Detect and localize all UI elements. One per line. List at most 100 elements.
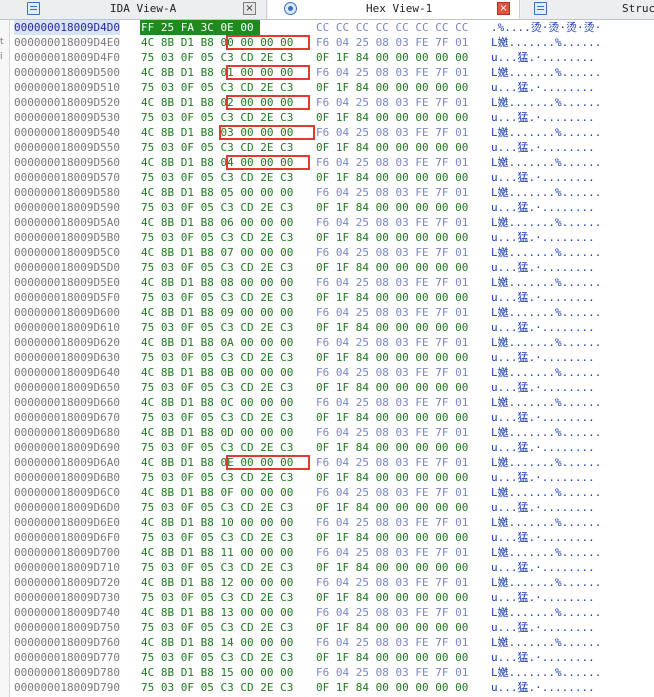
hex-bytes-low[interactable]: 75 03 0F 05 C3 CD 2E C3 [141, 590, 293, 605]
hex-bytes-high[interactable]: F6 04 25 08 03 FE 7F 01 [316, 485, 468, 500]
hex-row[interactable]: 000000018009D710 75 03 0F 05 C3 CD 2E C3 0… [14, 560, 654, 575]
hex-bytes-low[interactable]: 4C 8B D1 B8 0C 00 00 00 [141, 395, 293, 410]
hex-row[interactable]: 000000018009D790 75 03 0F 05 C3 CD 2E C3 0… [14, 680, 654, 695]
hex-bytes-high[interactable]: F6 04 25 08 03 FE 7F 01 [316, 155, 468, 170]
hex-bytes-low[interactable]: 4C 8B D1 B8 13 00 00 00 [141, 605, 293, 620]
hex-row[interactable]: 000000018009D590 75 03 0F 05 C3 CD 2E C3 0… [14, 200, 654, 215]
hex-bytes-low[interactable]: 75 03 0F 05 C3 CD 2E C3 [141, 560, 293, 575]
hex-row[interactable]: 000000018009D610 75 03 0F 05 C3 CD 2E C3 0… [14, 320, 654, 335]
hex-bytes-low[interactable]: 75 03 0F 05 C3 CD 2E C3 [141, 290, 293, 305]
hex-bytes-low[interactable]: 75 03 0F 05 C3 CD 2E C3 [141, 350, 293, 365]
hex-bytes-high[interactable]: F6 04 25 08 03 FE 7F 01 [316, 215, 468, 230]
hex-bytes-high[interactable]: F6 04 25 08 03 FE 7F 01 [316, 35, 468, 50]
hex-bytes-low[interactable]: 75 03 0F 05 C3 CD 2E C3 [141, 260, 293, 275]
hex-row[interactable]: 000000018009D6B0 75 03 0F 05 C3 CD 2E C3 0… [14, 470, 654, 485]
hex-row[interactable]: 000000018009D660 4C 8B D1 B8 0C 00 00 00 F… [14, 395, 654, 410]
hex-row[interactable]: 000000018009D550 75 03 0F 05 C3 CD 2E C3 0… [14, 140, 654, 155]
hex-row[interactable]: 000000018009D510 75 03 0F 05 C3 CD 2E C3 0… [14, 80, 654, 95]
hex-row[interactable]: 000000018009D600 4C 8B D1 B8 09 00 00 00 F… [14, 305, 654, 320]
hex-bytes-low[interactable]: 4C 8B D1 B8 0D 00 00 00 [141, 425, 293, 440]
hex-bytes-low[interactable]: 4C 8B D1 B8 0B 00 00 00 [141, 365, 293, 380]
hex-bytes-high[interactable]: 0F 1F 84 00 00 00 00 00 [316, 260, 468, 275]
hex-row[interactable]: 000000018009D6A0 4C 8B D1 B8 0E 00 00 00 F… [14, 455, 654, 470]
hex-row[interactable]: 000000018009D6C0 4C 8B D1 B8 0F 00 00 00 F… [14, 485, 654, 500]
hex-bytes-high[interactable]: 0F 1F 84 00 00 00 00 00 [316, 350, 468, 365]
hex-bytes-high[interactable]: 0F 1F 84 00 00 00 00 00 [316, 560, 468, 575]
hex-row[interactable]: 000000018009D650 75 03 0F 05 C3 CD 2E C3 0… [14, 380, 654, 395]
hex-bytes-high[interactable]: 0F 1F 84 00 00 00 00 00 [316, 650, 468, 665]
hex-bytes-low[interactable]: FF 25 FA 3C 0E 00 [141, 20, 254, 35]
hex-bytes-high[interactable]: F6 04 25 08 03 FE 7F 01 [316, 575, 468, 590]
hex-bytes-high[interactable]: 0F 1F 84 00 00 00 00 00 [316, 590, 468, 605]
hex-bytes-low[interactable]: 75 03 0F 05 C3 CD 2E C3 [141, 410, 293, 425]
close-icon[interactable]: × [243, 2, 256, 15]
hex-row[interactable]: 000000018009D5A0 4C 8B D1 B8 06 00 00 00 F… [14, 215, 654, 230]
hex-bytes-high[interactable]: F6 04 25 08 03 FE 7F 01 [316, 245, 468, 260]
hex-row[interactable]: 000000018009D730 75 03 0F 05 C3 CD 2E C3 0… [14, 590, 654, 605]
hex-bytes-low[interactable]: 75 03 0F 05 C3 CD 2E C3 [141, 470, 293, 485]
hex-bytes-high[interactable]: F6 04 25 08 03 FE 7F 01 [316, 515, 468, 530]
hex-row[interactable]: 000000018009D6E0 4C 8B D1 B8 10 00 00 00 F… [14, 515, 654, 530]
hex-row[interactable]: 000000018009D760 4C 8B D1 B8 14 00 00 00 F… [14, 635, 654, 650]
hex-row[interactable]: 000000018009D520 4C 8B D1 B8 02 00 00 00 F… [14, 95, 654, 110]
hex-bytes-low[interactable]: 4C 8B D1 B8 05 00 00 00 [141, 185, 293, 200]
hex-row[interactable]: 000000018009D540 4C 8B D1 B8 03 00 00 00 F… [14, 125, 654, 140]
hex-bytes-high[interactable]: 0F 1F 84 00 00 00 00 00 [316, 680, 468, 695]
hex-row[interactable]: 000000018009D4F0 75 03 0F 05 C3 CD 2E C3 0… [14, 50, 654, 65]
hex-bytes-high[interactable]: F6 04 25 08 03 FE 7F 01 [316, 665, 468, 680]
hex-row[interactable]: 000000018009D630 75 03 0F 05 C3 CD 2E C3 0… [14, 350, 654, 365]
hex-row[interactable]: 000000018009D700 4C 8B D1 B8 11 00 00 00 F… [14, 545, 654, 560]
hex-row[interactable]: 000000018009D750 75 03 0F 05 C3 CD 2E C3 0… [14, 620, 654, 635]
hex-bytes-low[interactable]: 4C 8B D1 B8 12 00 00 00 [141, 575, 293, 590]
hex-bytes-high[interactable]: F6 04 25 08 03 FE 7F 01 [316, 95, 468, 110]
hex-row[interactable]: 000000018009D5E0 4C 8B D1 B8 08 00 00 00 F… [14, 275, 654, 290]
hex-bytes-high[interactable]: F6 04 25 08 03 FE 7F 01 [316, 275, 468, 290]
hex-bytes-high[interactable]: 0F 1F 84 00 00 00 00 00 [316, 140, 468, 155]
hex-row[interactable]: 000000018009D5F0 75 03 0F 05 C3 CD 2E C3 0… [14, 290, 654, 305]
hex-bytes-low[interactable]: 4C 8B D1 B8 07 00 00 00 [141, 245, 293, 260]
hex-bytes-low[interactable]: 4C 8B D1 B8 14 00 00 00 [141, 635, 293, 650]
hex-bytes-low[interactable]: 75 03 0F 05 C3 CD 2E C3 [141, 230, 293, 245]
hex-bytes-high[interactable]: 0F 1F 84 00 00 00 00 00 [316, 320, 468, 335]
hex-bytes-low[interactable]: 75 03 0F 05 C3 CD 2E C3 [141, 140, 293, 155]
hex-bytes-high[interactable]: 0F 1F 84 00 00 00 00 00 [316, 410, 468, 425]
hex-bytes-high[interactable]: F6 04 25 08 03 FE 7F 01 [316, 425, 468, 440]
hex-bytes-high[interactable]: F6 04 25 08 03 FE 7F 01 [316, 335, 468, 350]
hex-bytes-low[interactable]: 75 03 0F 05 C3 CD 2E C3 [141, 110, 293, 125]
hex-bytes-high[interactable]: F6 04 25 08 03 FE 7F 01 [316, 125, 468, 140]
hex-bytes-high[interactable]: 0F 1F 84 00 00 00 00 00 [316, 290, 468, 305]
hex-bytes-high[interactable]: F6 04 25 08 03 FE 7F 01 [316, 635, 468, 650]
hex-bytes-low[interactable]: 75 03 0F 05 C3 CD 2E C3 [141, 320, 293, 335]
hex-bytes-high[interactable]: F6 04 25 08 03 FE 7F 01 [316, 305, 468, 320]
hex-bytes-low[interactable]: 75 03 0F 05 C3 CD 2E C3 [141, 380, 293, 395]
hex-bytes-low[interactable]: 4C 8B D1 B8 15 00 00 00 [141, 665, 293, 680]
hex-bytes-high[interactable]: F6 04 25 08 03 FE 7F 01 [316, 365, 468, 380]
hex-bytes-high[interactable]: 0F 1F 84 00 00 00 00 00 [316, 530, 468, 545]
hex-bytes-high[interactable]: 0F 1F 84 00 00 00 00 00 [316, 200, 468, 215]
hex-bytes-high[interactable]: 0F 1F 84 00 00 00 00 00 [316, 440, 468, 455]
hex-bytes-low[interactable]: 75 03 0F 05 C3 CD 2E C3 [141, 440, 293, 455]
hex-row[interactable]: 000000018009D5B0 75 03 0F 05 C3 CD 2E C3 0… [14, 230, 654, 245]
hex-row[interactable]: 000000018009D6D0 75 03 0F 05 C3 CD 2E C3 0… [14, 500, 654, 515]
hex-row[interactable]: 000000018009D4D0 FF 25 FA 3C 0E 00 CC CC C… [14, 20, 654, 35]
hex-bytes-low[interactable]: 4C 8B D1 B8 0A 00 00 00 [141, 335, 293, 350]
hex-bytes-low[interactable]: 75 03 0F 05 C3 CD 2E C3 [141, 80, 293, 95]
hex-row[interactable]: 000000018009D640 4C 8B D1 B8 0B 00 00 00 F… [14, 365, 654, 380]
hex-bytes-high[interactable]: F6 04 25 08 03 FE 7F 01 [316, 65, 468, 80]
hex-bytes-low[interactable]: 75 03 0F 05 C3 CD 2E C3 [141, 680, 293, 695]
hex-bytes-high[interactable]: 0F 1F 84 00 00 00 00 00 [316, 170, 468, 185]
hex-row[interactable]: 000000018009D620 4C 8B D1 B8 0A 00 00 00 F… [14, 335, 654, 350]
hex-row[interactable]: 000000018009D6F0 75 03 0F 05 C3 CD 2E C3 0… [14, 530, 654, 545]
hex-bytes-low[interactable]: 4C 8B D1 B8 0F 00 00 00 [141, 485, 293, 500]
hex-row[interactable]: 000000018009D4E0 4C 8B D1 B8 00 00 00 00 F… [14, 35, 654, 50]
close-icon[interactable]: × [497, 2, 510, 15]
hex-bytes-high[interactable]: F6 04 25 08 03 FE 7F 01 [316, 545, 468, 560]
hex-row[interactable]: 000000018009D670 75 03 0F 05 C3 CD 2E C3 0… [14, 410, 654, 425]
hex-bytes-high[interactable]: 0F 1F 84 00 00 00 00 00 [316, 50, 468, 65]
tab-hex-view-1[interactable]: Hex View-1 × [268, 0, 520, 19]
hex-bytes-low[interactable]: 4C 8B D1 B8 09 00 00 00 [141, 305, 293, 320]
hex-bytes-low-tail[interactable]: CC CC [267, 20, 307, 35]
hex-row[interactable]: 000000018009D780 4C 8B D1 B8 15 00 00 00 F… [14, 665, 654, 680]
hex-bytes-high[interactable]: 0F 1F 84 00 00 00 00 00 [316, 380, 468, 395]
hex-bytes-low[interactable]: 75 03 0F 05 C3 CD 2E C3 [141, 620, 293, 635]
